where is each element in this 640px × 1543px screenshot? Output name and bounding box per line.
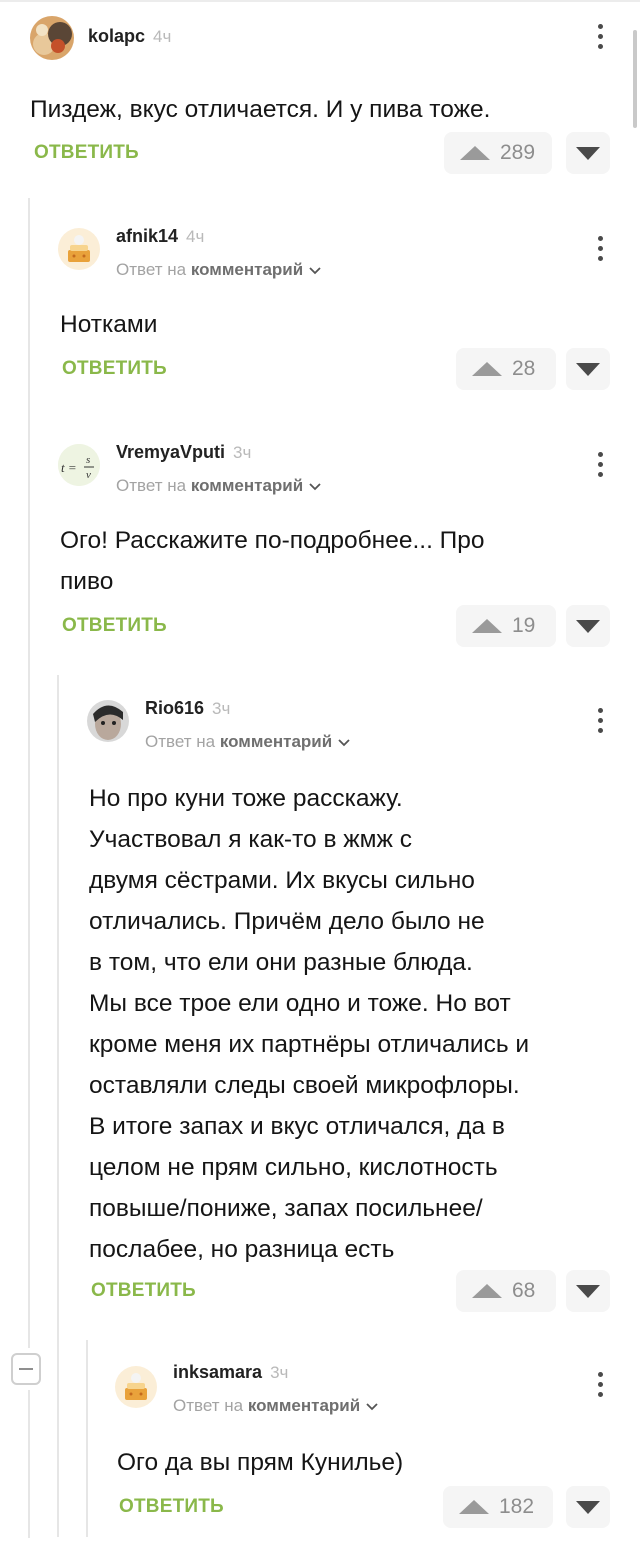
- more-options-icon[interactable]: [598, 452, 604, 480]
- thread-line-level1[interactable]: [28, 198, 30, 1348]
- upvote-button[interactable]: 28: [456, 348, 556, 390]
- comment-actions: ОТВЕТИТЬ 68: [91, 1270, 610, 1314]
- reply-to-target[interactable]: комментарий: [220, 732, 332, 751]
- reply-button[interactable]: ОТВЕТИТЬ: [62, 615, 167, 637]
- minus-icon: [19, 1368, 33, 1370]
- reply-to-link[interactable]: Ответ на комментарий: [145, 732, 350, 752]
- username-text[interactable]: inksamara: [173, 1362, 262, 1382]
- comment-time: 3ч: [270, 1363, 289, 1382]
- collapse-thread-button[interactable]: [11, 1353, 41, 1385]
- upvote-button[interactable]: 289: [444, 132, 552, 174]
- chevron-down-icon[interactable]: [366, 1402, 378, 1411]
- comment-text: Пиздеж, вкус отличается. И у пива тоже.: [30, 96, 491, 123]
- username-text[interactable]: VremyaVputi: [116, 442, 225, 462]
- rating-count: 68: [512, 1279, 536, 1302]
- arrow-down-icon: [576, 363, 600, 376]
- thread-line-level3[interactable]: [86, 1340, 88, 1537]
- reply-button[interactable]: ОТВЕТИТЬ: [91, 1280, 196, 1302]
- arrow-down-icon: [576, 1285, 600, 1298]
- thread-line-level1-lower[interactable]: [28, 1390, 30, 1538]
- reply-to-link[interactable]: Ответ на комментарий: [116, 476, 321, 496]
- user-photo-avatar[interactable]: [30, 16, 74, 60]
- arrow-up-icon: [472, 362, 502, 376]
- arrow-down-icon: [576, 620, 600, 633]
- arrow-up-icon: [472, 1284, 502, 1298]
- rating-count: 182: [499, 1495, 535, 1518]
- reply-button[interactable]: ОТВЕТИТЬ: [62, 358, 167, 380]
- arrow-down-icon: [576, 147, 600, 160]
- more-options-icon[interactable]: [598, 708, 604, 736]
- default-cake-avatar[interactable]: [115, 1366, 157, 1408]
- downvote-button[interactable]: [566, 348, 610, 390]
- arrow-down-icon: [576, 1501, 600, 1514]
- reply-to-prefix: Ответ на: [116, 260, 187, 279]
- comment-header: kolapc 4ч: [30, 16, 615, 66]
- username[interactable]: afnik14 4ч: [116, 226, 204, 247]
- rating-count: 28: [512, 357, 536, 380]
- username[interactable]: inksamara 3ч: [173, 1362, 288, 1383]
- comment-text: Нотками: [60, 311, 158, 338]
- reply-to-target[interactable]: комментарий: [248, 1396, 360, 1415]
- username-text[interactable]: Rio616: [145, 698, 204, 718]
- thread-line-level2[interactable]: [57, 675, 59, 1537]
- comment-text: Ого да вы прям Кунилье): [117, 1449, 404, 1476]
- formula-avatar[interactable]: t = s v: [58, 444, 100, 486]
- reply-to-prefix: Ответ на: [145, 732, 216, 751]
- username[interactable]: VremyaVputi 3ч: [116, 442, 251, 463]
- upvote-button[interactable]: 19: [456, 605, 556, 647]
- user-photo-avatar[interactable]: [87, 700, 129, 742]
- reply-to-prefix: Ответ на: [173, 1396, 244, 1415]
- username-text[interactable]: kolapc: [88, 26, 145, 46]
- reply-to-target[interactable]: комментарий: [191, 260, 303, 279]
- reply-to-link[interactable]: Ответ на комментарий: [173, 1396, 378, 1416]
- username[interactable]: kolapc 4ч: [88, 26, 171, 47]
- username[interactable]: Rio616 3ч: [145, 698, 230, 719]
- scrollbar[interactable]: [633, 30, 637, 128]
- comment-time: 3ч: [212, 699, 231, 718]
- username-text[interactable]: afnik14: [116, 226, 178, 246]
- downvote-button[interactable]: [566, 1486, 610, 1528]
- comment-actions: ОТВЕТИТЬ 289: [34, 132, 610, 176]
- reply-to-link[interactable]: Ответ на комментарий: [116, 260, 321, 280]
- chevron-down-icon[interactable]: [309, 482, 321, 491]
- default-cake-avatar[interactable]: [58, 228, 100, 270]
- comment-text: Ого! Расскажите по-подробнее... Про пиво: [60, 527, 485, 595]
- arrow-up-icon: [460, 146, 490, 160]
- arrow-up-icon: [472, 619, 502, 633]
- downvote-button[interactable]: [566, 1270, 610, 1312]
- comment-kolapc: kolapc 4ч Пиздеж, вкус отличается. И у пи…: [30, 16, 615, 174]
- comment-actions: ОТВЕТИТЬ 19: [62, 605, 610, 649]
- svg-text:s: s: [86, 454, 90, 466]
- comment-text: Но про куни тоже расскажу. Участвовал я …: [89, 785, 530, 1263]
- svg-text:t =: t =: [61, 460, 77, 475]
- upvote-button[interactable]: 182: [443, 1486, 553, 1528]
- more-options-icon[interactable]: [598, 236, 604, 264]
- chevron-down-icon[interactable]: [338, 738, 350, 747]
- reply-button[interactable]: ОТВЕТИТЬ: [119, 1496, 224, 1518]
- top-divider: [0, 0, 640, 2]
- rating-count: 289: [500, 141, 536, 164]
- chevron-down-icon[interactable]: [309, 266, 321, 275]
- downvote-button[interactable]: [566, 132, 610, 174]
- comment-time: 3ч: [233, 443, 252, 462]
- comment-actions: ОТВЕТИТЬ 182: [119, 1486, 610, 1530]
- upvote-button[interactable]: 68: [456, 1270, 556, 1312]
- reply-to-target[interactable]: комментарий: [191, 476, 303, 495]
- more-options-icon[interactable]: [598, 1372, 604, 1400]
- comment-time: 4ч: [186, 227, 205, 246]
- downvote-button[interactable]: [566, 605, 610, 647]
- comment-time: 4ч: [153, 27, 172, 46]
- reply-button[interactable]: ОТВЕТИТЬ: [34, 142, 139, 164]
- reply-to-prefix: Ответ на: [116, 476, 187, 495]
- rating-count: 19: [512, 614, 536, 637]
- arrow-up-icon: [459, 1500, 489, 1514]
- svg-text:v: v: [86, 469, 91, 481]
- comment-actions: ОТВЕТИТЬ 28: [62, 348, 610, 392]
- more-options-icon[interactable]: [598, 24, 604, 52]
